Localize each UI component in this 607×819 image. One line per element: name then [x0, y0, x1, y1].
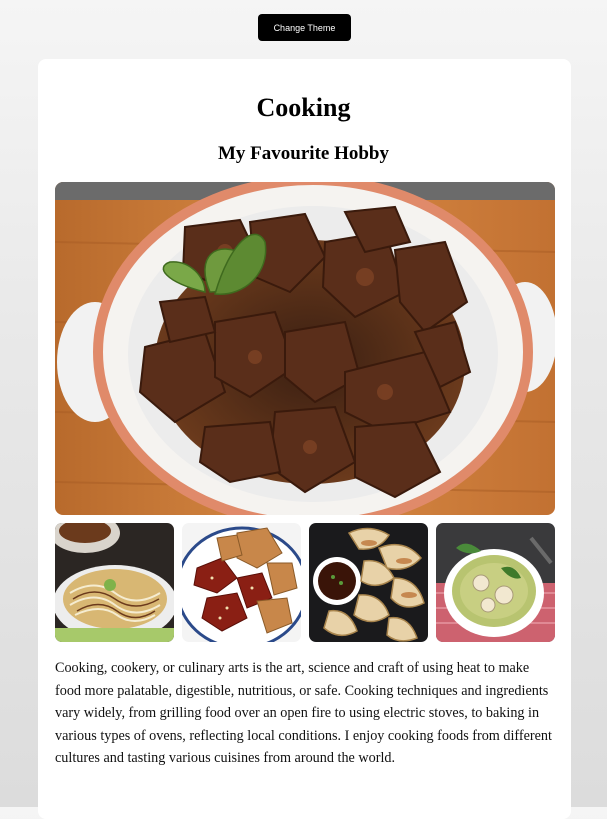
page-title: Cooking [256, 93, 351, 122]
change-theme-button[interactable]: Change Theme [258, 14, 351, 41]
thumbnail-okonomiyaki [55, 523, 174, 642]
thumbnail-fried-chicken [182, 523, 301, 642]
hero-food-image [55, 182, 555, 515]
page-subtitle: My Favourite Hobby [218, 143, 389, 164]
thumbnail-green-curry [436, 523, 555, 642]
hobby-description: Cooking, cookery, or culinary arts is th… [55, 660, 552, 767]
thumbnail-dumplings [309, 523, 428, 642]
